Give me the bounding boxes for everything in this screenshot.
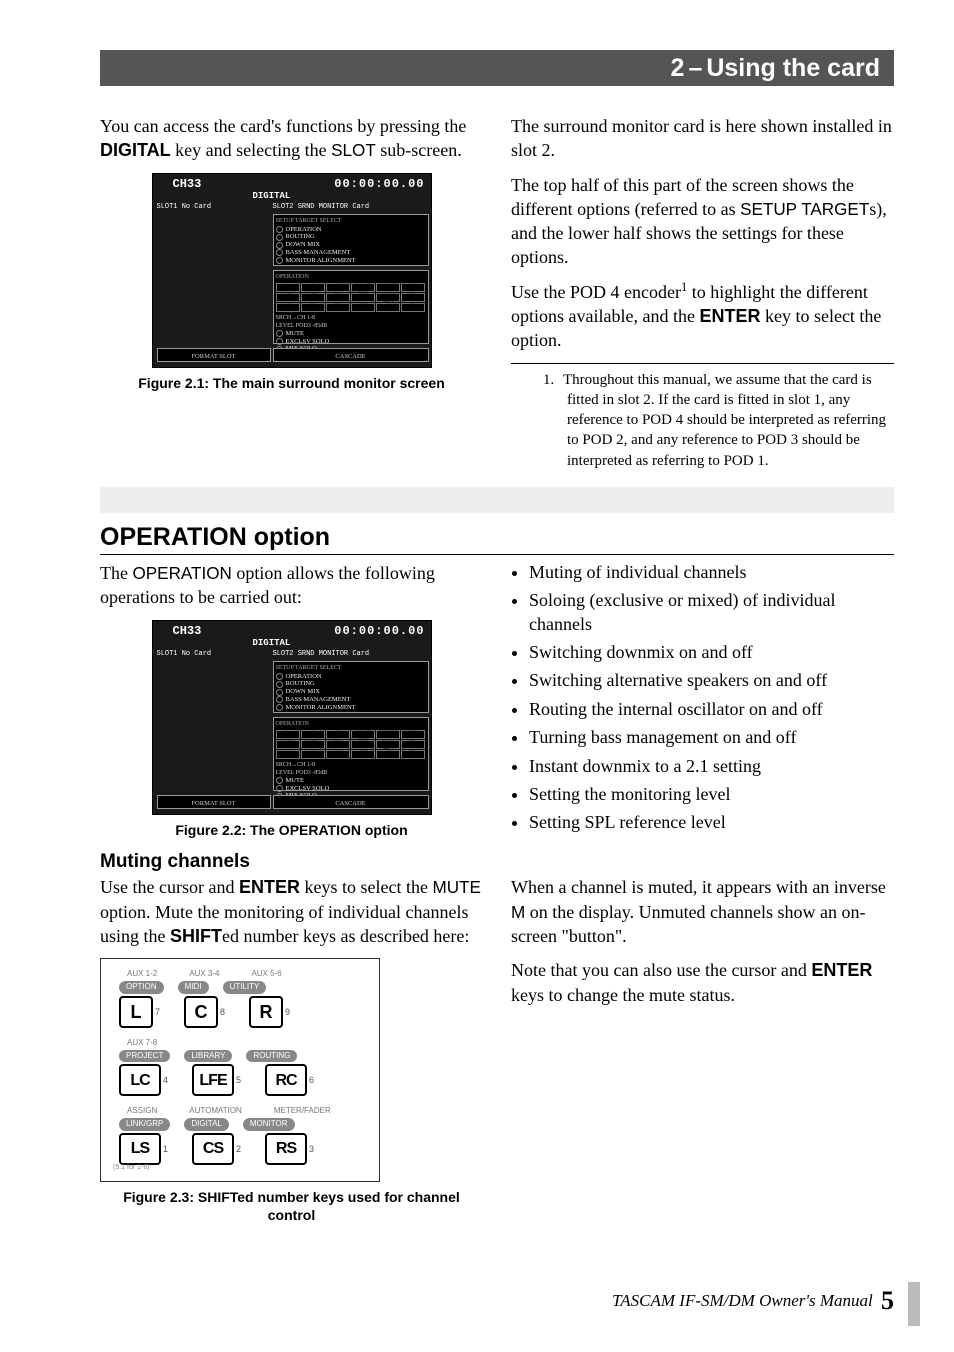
- muting-left-column: Use the cursor and ENTER keys to select …: [100, 875, 483, 1229]
- slot-code: SLOT: [331, 141, 376, 160]
- keypad-row3-aux: ASSIGN AUTOMATION METER/FADER: [127, 1106, 367, 1117]
- bullet-item: Switching downmix on and off: [529, 641, 894, 664]
- figure-2-3: AUX 1-2 AUX 3-4 AUX 5-6 OPTION MIDI UTIL…: [100, 958, 483, 1225]
- intro-r-para-3: Use the POD 4 encoder1 to highlight the …: [511, 280, 894, 353]
- scr-slot2: SLOT2 SRND MONITOR Card: [273, 204, 370, 211]
- operation-right-column: Muting of individual channels Soloing (e…: [511, 561, 894, 843]
- muting-r-para-1: When a channel is muted, it appears with…: [511, 875, 894, 948]
- intro-r-para-2: The top half of this part of the screen …: [511, 173, 894, 270]
- screenshot-operation: CH33 00:00:00.00 DIGITAL SLOT1 No Card S…: [152, 620, 432, 815]
- figure-2-1-caption: Figure 2.1: The main surround monitor sc…: [138, 374, 445, 393]
- operation-bullet-list: Muting of individual channels Soloing (e…: [511, 561, 894, 835]
- key-RC: RC6: [265, 1064, 314, 1096]
- muting-right-column: When a channel is muted, it appears with…: [511, 875, 894, 1229]
- keypad-row1-aux: AUX 1-2 AUX 3-4 AUX 5-6: [127, 969, 367, 980]
- operation-block: The OPERATION option allows the followin…: [100, 561, 894, 843]
- muting-r-para-2: Note that you can also use the cursor an…: [511, 958, 894, 1007]
- manual-title: TASCAM IF-SM/DM Owner's Manual: [612, 1291, 873, 1310]
- scr-slot1: SLOT1 No Card: [157, 204, 212, 211]
- enter-key-label: ENTER: [811, 960, 872, 980]
- bullet-item: Muting of individual channels: [529, 561, 894, 584]
- intro-block: You can access the card's functions by p…: [100, 114, 894, 471]
- edge-tab: [908, 1282, 920, 1326]
- keypad-row1: L7 C8 R9: [119, 996, 367, 1028]
- mute-code: MUTE: [432, 878, 480, 897]
- key-LC: LC4: [119, 1064, 168, 1096]
- bullet-item: Switching alternative speakers on and of…: [529, 669, 894, 692]
- scr-timecode: 00:00:00.00: [334, 178, 424, 190]
- key-R: R9: [249, 996, 290, 1028]
- figure-2-3-caption: Figure 2.3: SHIFTed number keys used for…: [100, 1188, 483, 1226]
- keypad-diagram: AUX 1-2 AUX 3-4 AUX 5-6 OPTION MIDI UTIL…: [100, 958, 380, 1181]
- shift-key-label: SHIFT: [170, 926, 222, 946]
- footnote-rule: [511, 363, 894, 364]
- scr-tabs-left: FORMAT SLOT: [157, 348, 271, 362]
- screenshot-main: CH33 00:00:00.00 DIGITAL SLOT1 No Card S…: [152, 173, 432, 368]
- setup-target-code: SETUP TARGET: [740, 200, 869, 219]
- scr-operation-panel: OPERATION L C R DOWN MIX ALT SPK OSC LC …: [273, 270, 429, 344]
- page-footer: TASCAM IF-SM/DM Owner's Manual 5: [612, 1286, 894, 1316]
- figure-2-1: CH33 00:00:00.00 DIGITAL SLOT1 No Card S…: [100, 173, 483, 393]
- bullet-item: Turning bass management on and off: [529, 726, 894, 749]
- digital-key-label: DIGITAL: [100, 140, 171, 160]
- keypad-row2: LC4 LFE5 RC6: [119, 1064, 367, 1096]
- footnote-1: 1.Throughout this manual, we assume that…: [511, 370, 894, 471]
- intro-r-para-1: The surround monitor card is here shown …: [511, 114, 894, 163]
- key-LS: LS1: [119, 1133, 168, 1165]
- muting-para-1: Use the cursor and ENTER keys to select …: [100, 875, 483, 948]
- muting-block: Use the cursor and ENTER keys to select …: [100, 875, 894, 1229]
- keypad-row2-aux: AUX 7-8: [127, 1038, 367, 1049]
- operation-heading: OPERATION option: [100, 523, 894, 555]
- page-number: 5: [881, 1286, 894, 1315]
- chapter-title: Using the card: [706, 54, 880, 83]
- intro-left-column: You can access the card's functions by p…: [100, 114, 483, 471]
- bullet-item: Routing the internal oscillator on and o…: [529, 698, 894, 721]
- scr-channel: CH33: [173, 178, 202, 190]
- bullet-item: Setting SPL reference level: [529, 811, 894, 834]
- bullet-item: Soloing (exclusive or mixed) of individu…: [529, 589, 894, 636]
- keypad-row3: LS1 CS2 RS3: [119, 1133, 367, 1165]
- m-code: M: [511, 903, 525, 922]
- figure-2-2: CH33 00:00:00.00 DIGITAL SLOT1 No Card S…: [100, 620, 483, 840]
- key-CS: CS2: [192, 1133, 241, 1165]
- chapter-number: 2: [671, 54, 685, 83]
- muting-heading: Muting channels: [100, 851, 894, 873]
- bullet-item: Instant downmix to a 2.1 setting: [529, 755, 894, 778]
- enter-key-label: ENTER: [699, 306, 760, 326]
- bullet-item: Setting the monitoring level: [529, 783, 894, 806]
- operation-left-column: The OPERATION option allows the followin…: [100, 561, 483, 843]
- header-separator: –: [688, 54, 702, 83]
- figure-2-2-caption: Figure 2.2: The OPERATION option: [175, 821, 407, 840]
- key-RS: RS3: [265, 1133, 314, 1165]
- intro-para-1: You can access the card's functions by p…: [100, 114, 483, 163]
- section-divider: [100, 487, 894, 513]
- operation-para-1: The OPERATION option allows the followin…: [100, 561, 483, 610]
- scr-tabs-right: CASCADE: [273, 348, 429, 362]
- scr-digital-tab: DIGITAL: [253, 192, 291, 201]
- key-L: L7: [119, 996, 160, 1028]
- keypad-row3-tabs: LINK/GRP DIGITAL MONITOR: [119, 1118, 367, 1131]
- enter-key-label: ENTER: [239, 877, 300, 897]
- key-C: C8: [184, 996, 225, 1028]
- scr-setup-panel: SETUP TARGET SELECT OPERATION ROUTING DO…: [273, 214, 429, 266]
- scr-channel-grid: L C R DOWN MIX ALT SPK OSC LC LFE RC OFF…: [276, 283, 426, 312]
- keypad-row2-tabs: PROJECT LIBRARY ROUTING: [119, 1050, 367, 1063]
- operation-code: OPERATION: [132, 564, 231, 583]
- intro-right-column: The surround monitor card is here shown …: [511, 114, 894, 471]
- keypad-row1-tabs: OPTION MIDI UTILITY: [119, 981, 367, 994]
- chapter-header: 2 – Using the card: [100, 50, 894, 86]
- key-LFE: LFE5: [192, 1064, 241, 1096]
